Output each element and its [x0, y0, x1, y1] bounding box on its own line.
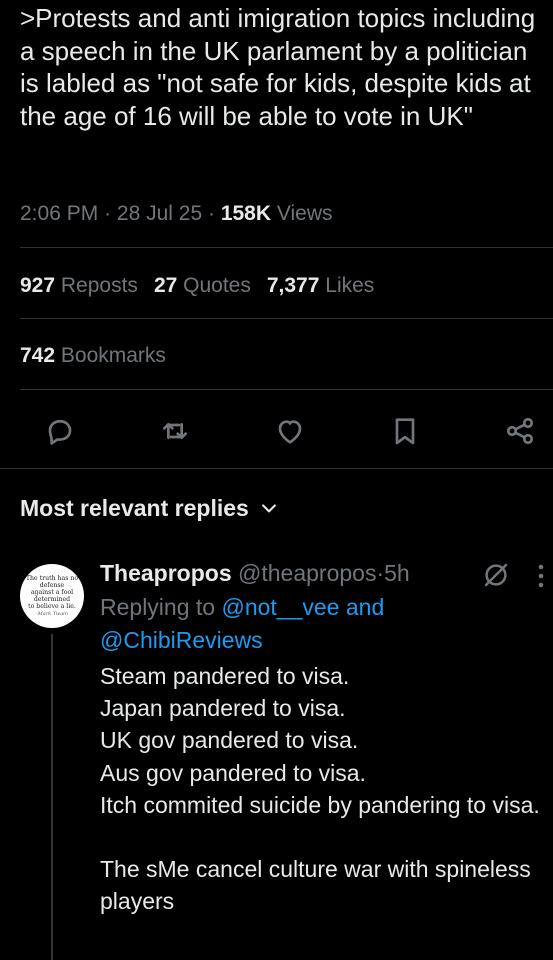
avatar-quote-line: determined: [33, 595, 71, 603]
meta-separator: ·: [104, 202, 112, 225]
likes-count: 7,377: [266, 274, 320, 297]
replying-prefix: Replying to: [100, 594, 216, 620]
thread-line: [51, 634, 53, 960]
views-count: 158K: [220, 202, 272, 225]
tweet-time[interactable]: 2:06 PM: [20, 202, 98, 225]
quotes-count: 27: [153, 274, 178, 297]
bookmarks-stat[interactable]: 742 Bookmarks: [20, 341, 166, 371]
action-bar: [0, 410, 553, 452]
tweet-date[interactable]: 28 Jul 25: [117, 202, 202, 225]
mention-link[interactable]: @ChibiReviews: [100, 627, 263, 653]
chevron-down-icon: [259, 498, 279, 518]
grok-icon[interactable]: [481, 560, 511, 590]
reposts-label: Reposts: [60, 274, 138, 297]
bookmarks-count: 742: [20, 344, 56, 367]
avatar-quote-line: against a fool: [30, 588, 74, 596]
engagement-stats: 927 Reposts 27 Quotes 7,377 Likes: [20, 271, 374, 301]
reposts-count: 927: [20, 274, 56, 297]
and-word[interactable]: and: [346, 594, 384, 620]
reply-time[interactable]: 5h: [384, 560, 410, 586]
tweet-text: >Protests and anti imigration topics inc…: [20, 3, 543, 131]
replies-sort-dropdown[interactable]: Most relevant replies: [20, 493, 279, 523]
avatar-quote-line: defense: [39, 581, 65, 589]
reply-text: Steam pandered to visa. Japan pandered t…: [100, 663, 540, 915]
divider: [20, 389, 553, 390]
avatar-quote-line: to believe a lie.: [28, 602, 76, 610]
reposts-stat[interactable]: 927 Reposts: [20, 274, 138, 297]
quotes-stat[interactable]: 27 Quotes: [154, 274, 251, 297]
section-divider: [0, 468, 553, 469]
reply-author-name[interactable]: Theapropos: [100, 560, 232, 586]
bookmark-icon[interactable]: [384, 410, 426, 452]
likes-label: Likes: [325, 274, 375, 297]
quotes-label: Quotes: [183, 274, 251, 297]
more-options-icon[interactable]: [533, 562, 549, 590]
replies-header-label: Most relevant replies: [20, 495, 249, 521]
reply-author-handle[interactable]: @theapropos: [238, 560, 376, 586]
avatar-quote-line: The truth has no: [25, 574, 79, 582]
mention-link[interactable]: @not__vee: [221, 594, 339, 620]
avatar-signature: -Mark Twain: [35, 610, 69, 617]
meta-separator: ·: [376, 560, 385, 586]
divider: [20, 247, 553, 248]
replying-to: Replying to @not__vee and @ChibiReviews: [100, 591, 540, 656]
repost-icon[interactable]: [154, 410, 196, 452]
divider: [20, 318, 553, 319]
avatar[interactable]: The truth has no defense against a fool …: [20, 564, 84, 628]
bookmarks-label: Bookmarks: [60, 344, 166, 367]
likes-stat[interactable]: 7,377 Likes: [267, 274, 374, 297]
views-label: Views: [276, 202, 333, 225]
like-icon[interactable]: [269, 410, 311, 452]
reply-header: Theapropos @theapropos·5h: [100, 558, 410, 588]
share-icon[interactable]: [499, 410, 541, 452]
meta-separator: ·: [207, 202, 215, 225]
tweet-meta: 2:06 PM · 28 Jul 25 · 158K Views: [20, 199, 333, 229]
reply-icon[interactable]: [39, 410, 81, 452]
